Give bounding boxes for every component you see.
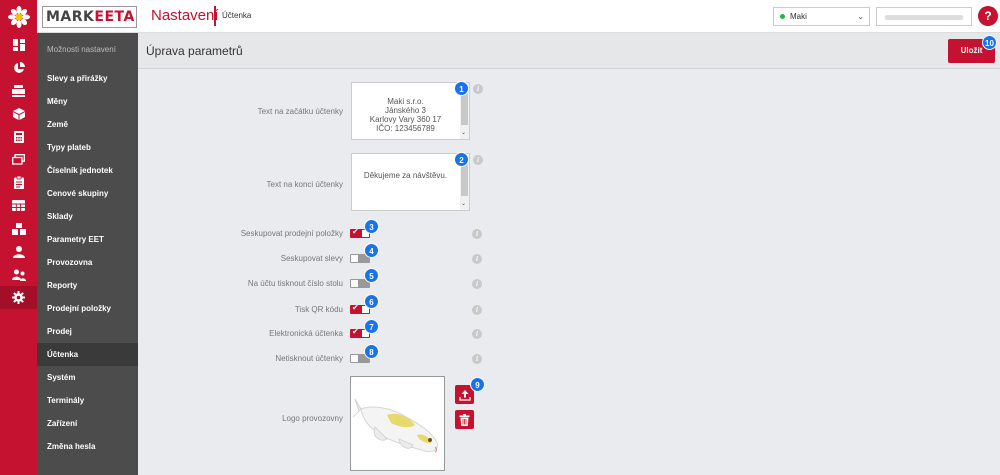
sidebar-item-terminals[interactable]: Terminály bbox=[37, 389, 138, 412]
sidebar-item-currencies[interactable]: Měny bbox=[37, 90, 138, 113]
status-dot-icon bbox=[780, 14, 785, 19]
page-title: Účtenka bbox=[222, 11, 252, 20]
logo-badge: 9 bbox=[470, 377, 485, 392]
sidebar-item-devices[interactable]: Zařízení bbox=[37, 412, 138, 435]
clipboard-icon[interactable] bbox=[0, 171, 37, 194]
sidebar-item-payment-types[interactable]: Typy plateb bbox=[37, 136, 138, 159]
chevron-down-icon[interactable]: ⌄ bbox=[461, 129, 466, 138]
toggle-label-table-number: Na účtu tisknout číslo stolu bbox=[247, 279, 343, 288]
info-icon[interactable]: i bbox=[473, 155, 483, 165]
sidebar-item-countries[interactable]: Země bbox=[37, 113, 138, 136]
sidebar-item-establishment[interactable]: Provozovna bbox=[37, 251, 138, 274]
footer-text-value: Děkujeme za návštěvu. bbox=[363, 171, 448, 180]
info-icon[interactable]: i bbox=[472, 279, 482, 289]
sidebar-header: Možnosti nastavení bbox=[47, 45, 116, 54]
header-text-field[interactable]: Maki s.r.o. Jánského 3 Karlovy Vary 360 … bbox=[351, 82, 470, 140]
brand-logo[interactable]: MARKEETA bbox=[42, 6, 137, 28]
check-icon: ✔ bbox=[352, 327, 359, 336]
header-text-badge: 1 bbox=[454, 81, 469, 96]
pie-chart-icon[interactable] bbox=[0, 56, 37, 79]
user-name-blurred bbox=[885, 15, 963, 20]
sidebar-item-system[interactable]: Systém bbox=[37, 366, 138, 389]
boxes-icon[interactable] bbox=[0, 217, 37, 240]
footer-text-badge: 2 bbox=[454, 152, 469, 167]
toggle-label-no-print: Netisknout účtenky bbox=[275, 354, 343, 363]
box-icon[interactable] bbox=[0, 102, 37, 125]
shop-select[interactable]: Maki ⌄ bbox=[773, 7, 870, 26]
sidebar-item-discounts[interactable]: Slevy a přirážky bbox=[37, 67, 138, 90]
toggle-badge-8: 8 bbox=[364, 344, 379, 359]
info-icon[interactable]: i bbox=[473, 84, 483, 94]
logo-label: Logo provozovny bbox=[282, 414, 343, 423]
koi-fish-image bbox=[352, 398, 438, 453]
footer-text-field[interactable]: Děkujeme za návštěvu. ⌄ bbox=[351, 153, 470, 211]
inventory-icon[interactable] bbox=[0, 194, 37, 217]
footer-text-label: Text na konci účtenky bbox=[266, 180, 343, 189]
check-icon: ✔ bbox=[352, 227, 359, 236]
toggle-badge-3: 3 bbox=[364, 219, 379, 234]
sidebar-item-price-groups[interactable]: Cenové skupiny bbox=[37, 182, 138, 205]
sidebar-item-reports[interactable]: Reporty bbox=[37, 274, 138, 297]
register-icon[interactable] bbox=[0, 79, 37, 102]
header-text-label: Text na začátku účtenky bbox=[257, 107, 343, 116]
check-icon: ✔ bbox=[352, 303, 359, 312]
section-title: Nastavení bbox=[151, 7, 219, 24]
sidebar-item-sale-items[interactable]: Prodejní položky bbox=[37, 297, 138, 320]
toggle-badge-7: 7 bbox=[364, 319, 379, 334]
upload-icon bbox=[458, 389, 471, 401]
title-divider bbox=[214, 6, 216, 26]
sidebar-item-sale[interactable]: Prodej bbox=[37, 320, 138, 343]
content-header: Úprava parametrů Uložit bbox=[138, 33, 1000, 69]
flower-logo-icon bbox=[0, 0, 37, 33]
info-icon[interactable]: i bbox=[472, 254, 482, 264]
settings-sidebar: Možnosti nastavení Slevy a přirážky Měny… bbox=[37, 33, 138, 475]
toggle-label-group-items: Seskupovat prodejní položky bbox=[240, 229, 343, 238]
dashboard-icon[interactable] bbox=[0, 33, 37, 56]
info-icon[interactable]: i bbox=[472, 329, 482, 339]
content-title: Úprava parametrů bbox=[146, 44, 243, 58]
sidebar-item-warehouses[interactable]: Sklady bbox=[37, 205, 138, 228]
trash-icon bbox=[459, 413, 470, 426]
sidebar-item-eet-params[interactable]: Parametry EET bbox=[37, 228, 138, 251]
chevron-down-icon: ⌄ bbox=[857, 12, 864, 21]
delete-logo-button[interactable] bbox=[455, 410, 474, 429]
top-bar: MARKEETA Nastavení Účtenka Maki ⌄ ? bbox=[0, 0, 1000, 33]
toggle-label-e-receipt: Elektronická účtenka bbox=[269, 329, 343, 338]
toggle-badge-4: 4 bbox=[364, 243, 379, 258]
help-button[interactable]: ? bbox=[978, 6, 998, 26]
toggle-label-group-discounts: Seskupovat slevy bbox=[280, 254, 343, 263]
users-icon[interactable] bbox=[0, 263, 37, 286]
sidebar-item-units[interactable]: Číselník jednotek bbox=[37, 159, 138, 182]
info-icon[interactable]: i bbox=[472, 354, 482, 364]
save-badge: 10 bbox=[982, 35, 997, 50]
icon-sidebar bbox=[0, 33, 37, 475]
toggle-badge-5: 5 bbox=[364, 268, 379, 283]
info-icon[interactable]: i bbox=[472, 229, 482, 239]
toggle-badge-6: 6 bbox=[364, 294, 379, 309]
shop-select-value: Maki bbox=[790, 12, 807, 21]
header-text-value: Maki s.r.o. Jánského 3 Karlovy Vary 360 … bbox=[369, 97, 442, 133]
toggle-label-qr: Tisk QR kódu bbox=[294, 305, 343, 314]
info-icon[interactable]: i bbox=[472, 305, 482, 315]
cards-icon[interactable] bbox=[0, 148, 37, 171]
logo-preview bbox=[350, 376, 445, 471]
calculator-icon[interactable] bbox=[0, 125, 37, 148]
chevron-down-icon[interactable]: ⌄ bbox=[461, 200, 466, 209]
sidebar-item-change-password[interactable]: Změna hesla bbox=[37, 435, 138, 458]
gear-icon[interactable] bbox=[0, 286, 37, 309]
sidebar-item-receipt[interactable]: Účtenka bbox=[37, 343, 138, 366]
user-account-field[interactable] bbox=[876, 7, 972, 26]
user-icon[interactable] bbox=[0, 240, 37, 263]
